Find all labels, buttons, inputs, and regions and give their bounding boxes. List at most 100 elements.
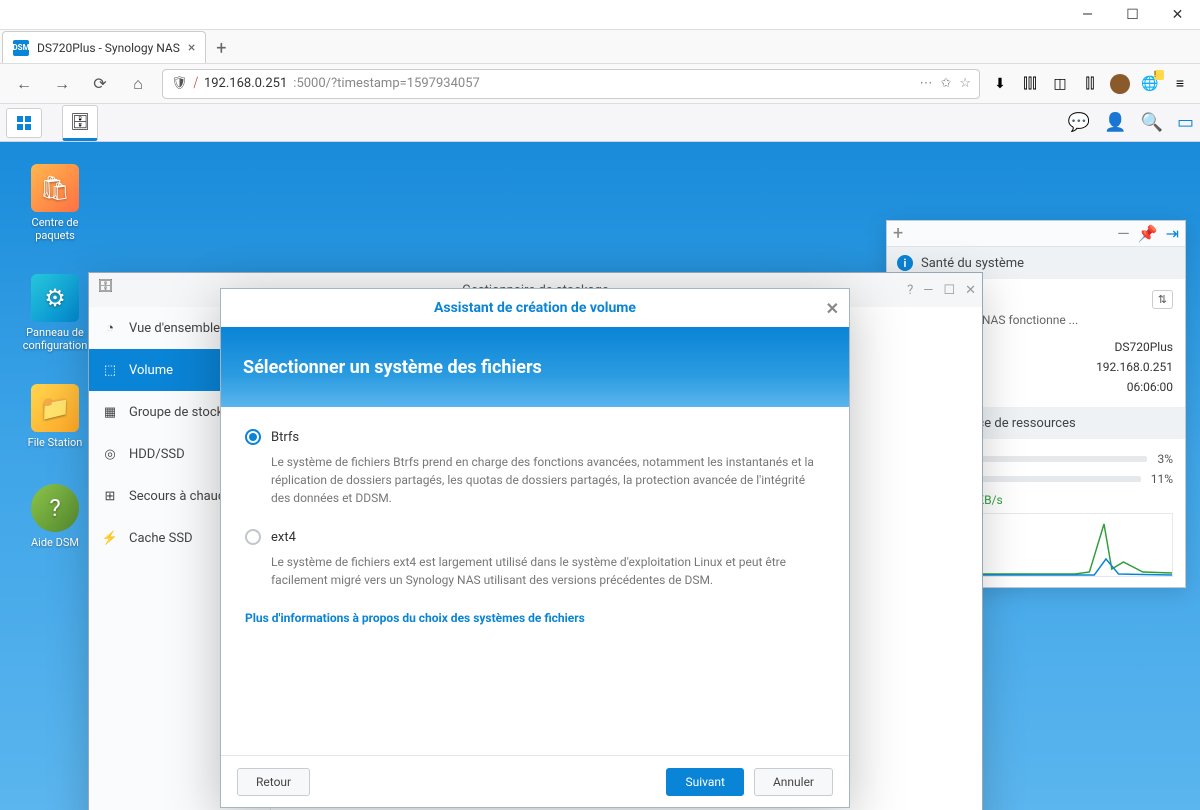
browser-tab[interactable]: DSM DS720Plus - Synology NAS ×	[2, 31, 206, 63]
plus-square-icon: ⊞	[101, 487, 119, 505]
info-icon: i	[897, 255, 913, 271]
search-icon[interactable]: 🔍	[1141, 112, 1163, 133]
wizard-body: Btrfs Le système de fichiers Btrfs prend…	[221, 407, 849, 755]
shopping-bag-icon: 🛍	[31, 164, 79, 212]
user-icon[interactable]: 👤	[1104, 112, 1126, 133]
ext1-icon[interactable]: ⫿⫿	[1080, 74, 1100, 94]
menu-icon[interactable]: ≡	[1170, 74, 1190, 94]
storage-manager-icon: 🗄	[70, 112, 90, 131]
tab-close-icon[interactable]: ×	[188, 40, 195, 56]
pocket-icon[interactable]: ✩	[940, 76, 951, 91]
btrfs-desc: Le système de fichiers Btrfs prend en ch…	[271, 453, 825, 507]
disk-icon: ◎	[101, 445, 119, 463]
desktop-icon-package-center[interactable]: 🛍 Centre de paquets	[20, 164, 90, 242]
radio-ext4[interactable]	[245, 529, 261, 545]
widget-add-button[interactable]: +	[893, 223, 903, 244]
win-help-icon[interactable]: ?	[907, 283, 913, 298]
extension-icons: ⬇ ⫿⫿⫿ ◫ ⫿⫿ 🌐! ≡	[990, 74, 1190, 94]
grid-icon: ▦	[101, 403, 119, 421]
sidebar-label: Secours à chaud	[129, 489, 225, 504]
storage-manager-icon: 🗄	[97, 279, 119, 301]
dsm-desktop: 🗄 💬 👤 🔍 ▭ 🛍 Centre de paquets ⚙ Panneau …	[0, 104, 1200, 810]
desktop-icon-control-panel[interactable]: ⚙ Panneau de configuration	[20, 274, 90, 352]
folder-icon: 📁	[31, 384, 79, 432]
taskbar-storage-manager[interactable]: 🗄	[62, 105, 98, 141]
wizard-heading: Sélectionner un système des fichiers	[243, 357, 542, 378]
library-icon[interactable]: ⫿⫿⫿	[1020, 74, 1040, 94]
wizard-footer: Retour Suivant Annuler	[221, 755, 849, 807]
win-minimize-icon[interactable]: —	[923, 283, 933, 298]
wizard-titlebar: Assistant de création de volume ✕	[221, 289, 849, 327]
option-btrfs[interactable]: Btrfs Le système de fichiers Btrfs prend…	[245, 429, 825, 507]
ext3-icon[interactable]: 🌐!	[1140, 74, 1160, 94]
browser-tab-strip: DSM DS720Plus - Synology NAS × +	[0, 30, 1200, 64]
sidebar-label: Vue d'ensemble	[129, 321, 220, 336]
wizard-title: Assistant de création de volume	[434, 300, 636, 316]
sidebar-label: Cache SSD	[129, 531, 193, 546]
new-tab-button[interactable]: +	[206, 33, 236, 63]
bookmark-icon[interactable]: ☆	[959, 76, 971, 91]
browser-toolbar: ← → ⟳ ⌂ 🛡 ⧸ 192.168.0.251 :5000/?timestam…	[0, 64, 1200, 104]
cube-icon: ⬚	[101, 361, 119, 379]
cpu-pct: 3%	[1157, 452, 1173, 466]
sidebar-icon[interactable]: ◫	[1050, 74, 1070, 94]
desktop-icon-file-station[interactable]: 📁 File Station	[20, 384, 90, 449]
shield-icon: 🛡	[171, 76, 188, 91]
help-icon: ?	[31, 484, 79, 532]
ext4-label: ext4	[271, 530, 296, 545]
widget-pin-icon[interactable]: 📌	[1138, 224, 1158, 243]
address-bar[interactable]: 🛡 ⧸ 192.168.0.251 :5000/?timestamp=159793…	[162, 69, 980, 99]
url-rest: :5000/?timestamp=1597934057	[293, 76, 480, 91]
health-hostname: DS720Plus	[1114, 340, 1173, 354]
sort-button[interactable]: ⇅	[1152, 290, 1173, 309]
os-maximize-button[interactable]: ☐	[1110, 0, 1155, 30]
ext4-desc: Le système de fichiers ext4 est largemen…	[271, 553, 825, 589]
os-minimize-button[interactable]: —	[1065, 0, 1110, 30]
label: Centre de paquets	[20, 216, 90, 242]
sidebar-label: HDD/SSD	[129, 447, 185, 462]
label: File Station	[20, 436, 90, 449]
ext2-icon[interactable]	[1110, 74, 1130, 94]
sliders-icon: ⚙	[31, 274, 79, 322]
widget-minimize-icon[interactable]: —	[1117, 224, 1130, 243]
reader-icon[interactable]: ⋯	[919, 76, 932, 91]
volume-creation-wizard: Assistant de création de volume ✕ Sélect…	[220, 288, 850, 808]
wizard-heading-banner: Sélectionner un système des fichiers	[221, 327, 849, 407]
wizard-close-button[interactable]: ✕	[826, 299, 839, 318]
os-close-button[interactable]: ✕	[1155, 0, 1200, 30]
health-uptime: 06:06:00	[1127, 380, 1173, 394]
url-host: 192.168.0.251	[204, 76, 287, 91]
ram-pct: 11%	[1151, 472, 1173, 486]
bolt-icon: ⚡	[101, 529, 119, 547]
downloads-icon[interactable]: ⬇	[990, 74, 1010, 94]
notifications-icon[interactable]: 💬	[1068, 112, 1090, 133]
desktop-icon-help[interactable]: ? Aide DSM	[20, 484, 90, 549]
tracking-icon: ⧸	[194, 76, 198, 91]
nav-home-button[interactable]: ⌂	[124, 70, 152, 98]
cancel-button[interactable]: Annuler	[754, 768, 833, 796]
health-title: Santé du système	[921, 256, 1024, 271]
label: Panneau de configuration	[20, 326, 90, 352]
nav-forward-button[interactable]: →	[48, 70, 76, 98]
btrfs-label: Btrfs	[271, 430, 299, 445]
label: Aide DSM	[20, 536, 90, 549]
back-button[interactable]: Retour	[237, 768, 310, 796]
dsm-favicon-icon: DSM	[13, 40, 29, 56]
sidebar-label: Volume	[129, 363, 173, 378]
nav-reload-button[interactable]: ⟳	[86, 70, 114, 98]
win-close-icon[interactable]: ✕	[965, 283, 976, 298]
gauge-icon: ◔	[101, 319, 119, 337]
main-menu-button[interactable]	[6, 108, 42, 138]
next-button[interactable]: Suivant	[666, 768, 743, 796]
widget-arrange-icon[interactable]: ⇥	[1166, 224, 1179, 243]
dsm-taskbar: 🗄 💬 👤 🔍 ▭	[0, 104, 1200, 142]
radio-btrfs[interactable]	[245, 429, 261, 445]
os-titlebar: — ☐ ✕	[0, 0, 1200, 30]
tab-title: DS720Plus - Synology NAS	[37, 41, 180, 55]
widgets-icon[interactable]: ▭	[1177, 112, 1194, 133]
nav-back-button[interactable]: ←	[10, 70, 38, 98]
more-info-link[interactable]: Plus d'informations à propos du choix de…	[245, 611, 825, 625]
health-ip: 192.168.0.251	[1096, 360, 1173, 374]
option-ext4[interactable]: ext4 Le système de fichiers ext4 est lar…	[245, 529, 825, 589]
win-maximize-icon[interactable]: ☐	[943, 283, 955, 298]
